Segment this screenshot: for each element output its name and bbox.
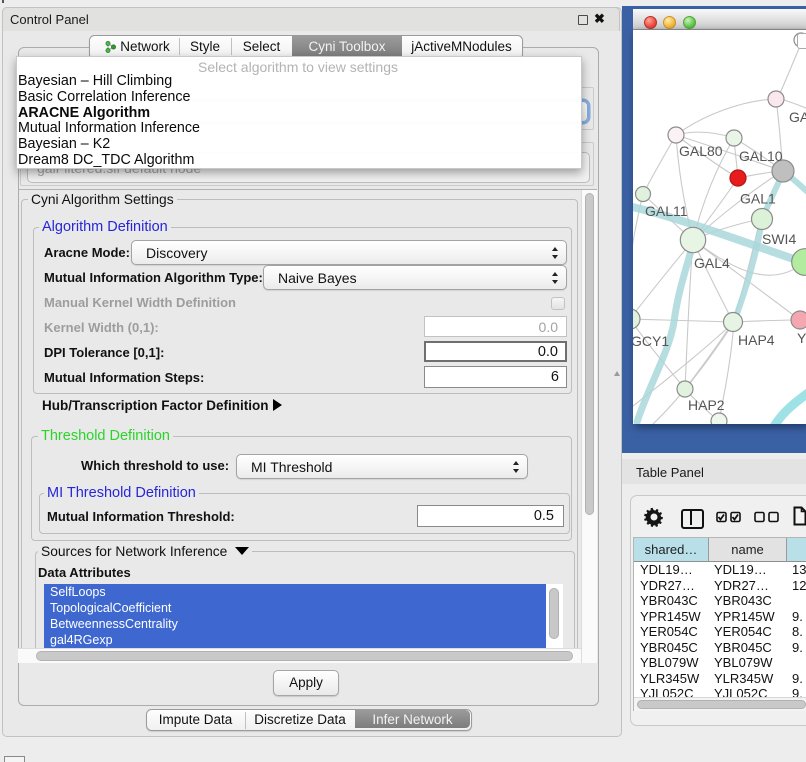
svg-text:GAL10: GAL10 bbox=[739, 148, 783, 164]
svg-text:GAL: GAL bbox=[789, 109, 806, 125]
svg-text:SWI4: SWI4 bbox=[762, 231, 796, 247]
svg-text:GAL80: GAL80 bbox=[679, 143, 723, 159]
svg-text:HAP4: HAP4 bbox=[738, 332, 775, 348]
svg-text:GAL11: GAL11 bbox=[645, 203, 688, 219]
svg-text:GAL1: GAL1 bbox=[740, 191, 776, 207]
svg-text:HAP2: HAP2 bbox=[688, 397, 725, 413]
svg-text:GAL4: GAL4 bbox=[694, 255, 730, 271]
svg-text:Y: Y bbox=[797, 330, 806, 346]
svg-text:GCY1: GCY1 bbox=[633, 333, 669, 349]
